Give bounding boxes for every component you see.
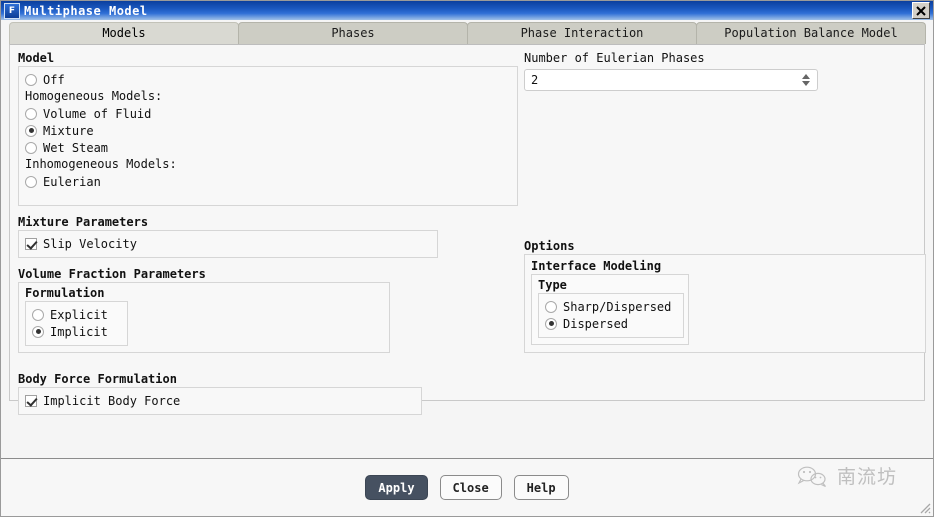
tab-strip: Models Phases Phase Interaction Populati… [1, 20, 933, 44]
tab-phases[interactable]: Phases [238, 22, 468, 44]
fluent-f-icon: F [4, 3, 20, 19]
checkbox-label-implicit-body-force: Implicit Body Force [43, 394, 180, 408]
interface-modeling-title: Interface Modeling [531, 259, 919, 274]
formulation-title: Formulation [25, 286, 383, 301]
formulation-group: Formulation Explicit Implicit [25, 286, 383, 346]
type-body: Sharp/Dispersed Dispersed [538, 293, 684, 338]
radio-sharp-dispersed[interactable] [545, 301, 557, 313]
checkbox-row-slip-velocity[interactable]: Slip Velocity [25, 235, 431, 252]
eulerian-phases-spinner[interactable] [524, 69, 818, 91]
spinner-down-icon[interactable] [802, 81, 810, 86]
radio-eulerian[interactable] [25, 176, 37, 188]
radio-volume-of-fluid[interactable] [25, 108, 37, 120]
wechat-icon [796, 465, 830, 489]
body-force-formulation-title: Body Force Formulation [18, 372, 518, 387]
label-inhomogeneous-models: Inhomogeneous Models: [25, 156, 511, 173]
checkbox-slip-velocity[interactable] [25, 238, 37, 250]
dialog-footer: Apply Close Help 南流坊 [1, 459, 933, 516]
radio-row-explicit[interactable]: Explicit [32, 306, 121, 323]
formulation-body: Explicit Implicit [25, 301, 128, 346]
radio-row-sharp-dispersed[interactable]: Sharp/Dispersed [545, 298, 677, 315]
eulerian-phases-field: Number of Eulerian Phases [524, 51, 926, 91]
radio-dispersed[interactable] [545, 318, 557, 330]
radio-label-dispersed: Dispersed [563, 317, 628, 331]
mixture-parameters-group: Mixture Parameters Slip Velocity [18, 215, 518, 258]
volume-fraction-parameters-title: Volume Fraction Parameters [18, 267, 518, 282]
radio-row-dispersed[interactable]: Dispersed [545, 315, 677, 332]
tab-population-balance-model[interactable]: Population Balance Model [696, 22, 926, 44]
type-group: Type Sharp/Dispersed Dispers [538, 278, 682, 338]
checkbox-label-slip-velocity: Slip Velocity [43, 237, 137, 251]
left-column: Model Off Homogeneous Models: Volume of … [18, 51, 518, 424]
body-force-formulation-group: Body Force Formulation Implicit Body For… [18, 372, 518, 415]
volume-fraction-parameters-body: Formulation Explicit Implicit [18, 282, 390, 353]
tab-models[interactable]: Models [9, 22, 239, 44]
model-group-body: Off Homogeneous Models: Volume of Fluid … [18, 66, 518, 206]
spinner-buttons [798, 70, 817, 90]
radio-wet-steam[interactable] [25, 142, 37, 154]
radio-implicit[interactable] [32, 326, 44, 338]
interface-modeling-body: Type Sharp/Dispersed Dispers [531, 274, 689, 345]
radio-label-implicit: Implicit [50, 325, 108, 339]
radio-row-mixture[interactable]: Mixture [25, 122, 511, 139]
watermark-text: 南流坊 [837, 468, 897, 487]
volume-fraction-parameters-group: Volume Fraction Parameters Formulation E… [18, 267, 518, 353]
resize-grip-icon[interactable] [917, 500, 931, 514]
label-homogeneous-models: Homogeneous Models: [25, 88, 511, 105]
checkbox-implicit-body-force[interactable] [25, 395, 37, 407]
model-group-title: Model [18, 51, 518, 66]
type-title: Type [538, 278, 682, 293]
radio-explicit[interactable] [32, 309, 44, 321]
checkbox-row-implicit-body-force[interactable]: Implicit Body Force [25, 392, 415, 409]
options-group-title: Options [524, 239, 926, 254]
model-group: Model Off Homogeneous Models: Volume of … [18, 51, 518, 206]
radio-row-off[interactable]: Off [25, 71, 511, 88]
close-window-button[interactable] [912, 2, 930, 19]
radio-label-off: Off [43, 73, 65, 87]
close-icon [916, 6, 926, 16]
help-button[interactable]: Help [514, 475, 569, 500]
radio-mixture[interactable] [25, 125, 37, 137]
radio-row-volume-of-fluid[interactable]: Volume of Fluid [25, 105, 511, 122]
radio-label-mixture: Mixture [43, 124, 94, 138]
radio-label-sharp-dispersed: Sharp/Dispersed [563, 300, 671, 314]
radio-label-wet-steam: Wet Steam [43, 141, 108, 155]
options-group: Options Interface Modeling Type [524, 239, 926, 353]
multiphase-model-dialog: F Multiphase Model Models Phases Phase I… [0, 0, 934, 517]
body-force-formulation-body: Implicit Body Force [18, 387, 422, 415]
radio-row-eulerian[interactable]: Eulerian [25, 173, 511, 190]
apply-button[interactable]: Apply [365, 475, 427, 500]
options-group-body: Interface Modeling Type Sharp/Dispersed [524, 254, 926, 353]
eulerian-phases-label: Number of Eulerian Phases [524, 51, 926, 66]
spinner-up-icon[interactable] [802, 74, 810, 79]
mixture-parameters-title: Mixture Parameters [18, 215, 518, 230]
watermark: 南流坊 [796, 465, 897, 489]
eulerian-phases-input[interactable] [525, 70, 798, 90]
radio-off[interactable] [25, 74, 37, 86]
right-column: Number of Eulerian Phases Options [524, 51, 926, 424]
tab-phase-interaction[interactable]: Phase Interaction [467, 22, 697, 44]
radio-label-eulerian: Eulerian [43, 175, 101, 189]
radio-row-implicit[interactable]: Implicit [32, 323, 121, 340]
radio-label-explicit: Explicit [50, 308, 108, 322]
mixture-parameters-body: Slip Velocity [18, 230, 438, 258]
window-title: Multiphase Model [24, 4, 912, 18]
close-button[interactable]: Close [440, 475, 502, 500]
models-tab-panel: Model Off Homogeneous Models: Volume of … [9, 44, 925, 401]
title-bar: F Multiphase Model [1, 1, 933, 20]
radio-label-volume-of-fluid: Volume of Fluid [43, 107, 151, 121]
interface-modeling-group: Interface Modeling Type Sharp/Dispersed [531, 259, 919, 345]
radio-row-wet-steam[interactable]: Wet Steam [25, 139, 511, 156]
